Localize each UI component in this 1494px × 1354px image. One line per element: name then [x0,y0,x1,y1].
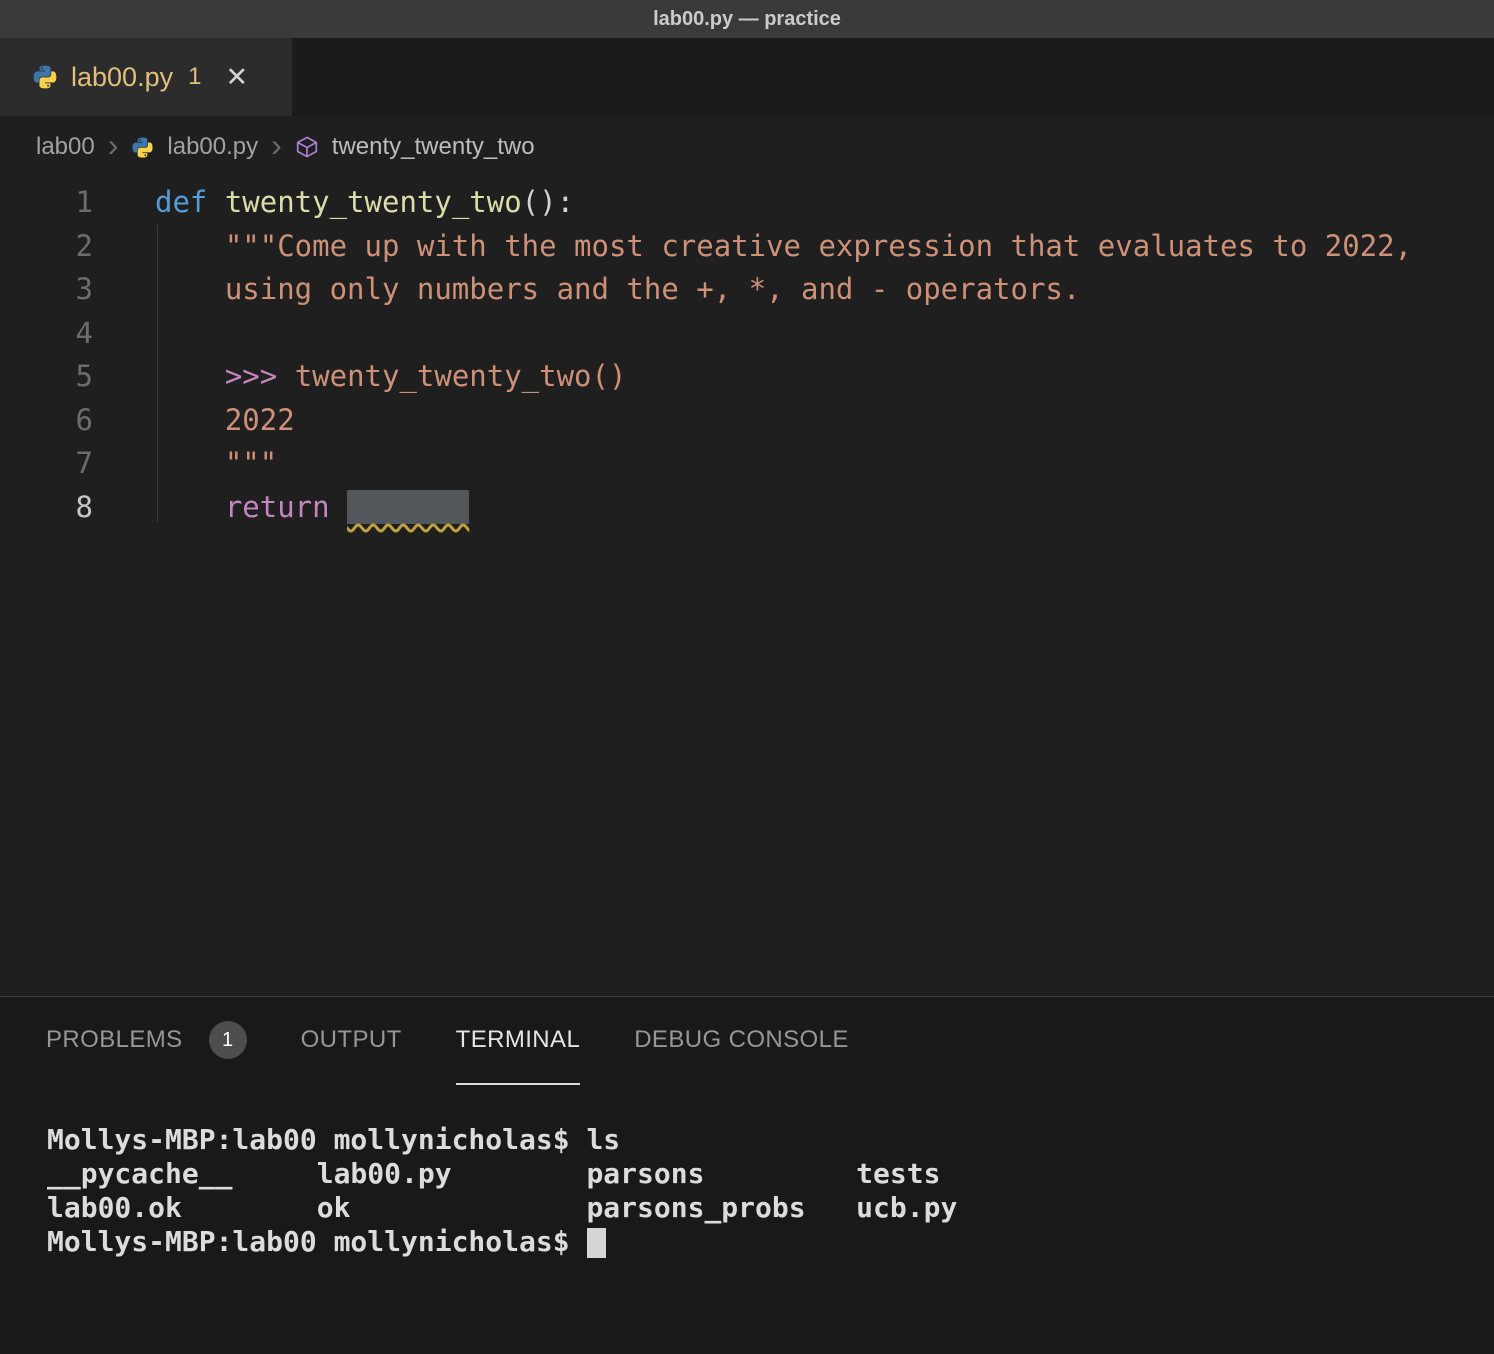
editor-tab-lab00py[interactable]: lab00.py 1 ✕ [0,38,292,116]
terminal-line: Mollys-MBP:lab00 mollynicholas$ [47,1225,1494,1259]
code-line: 3 using only numbers and the +, *, and -… [0,268,1494,312]
breadcrumb-folder[interactable]: lab00 [36,133,95,161]
code-token: twenty_twenty_two() [295,359,627,393]
tab-problem-count: 1 [188,63,201,91]
terminal-line: __pycache__ lab00.py parsons tests [47,1157,1494,1191]
code-line: 1 def twenty_twenty_two(): [0,181,1494,225]
panel-tab-bar: PROBLEMS 1 OUTPUT TERMINAL DEBUG CONSOLE [0,997,1494,1085]
line-number: 2 [0,225,93,269]
panel-tab-label: OUTPUT [301,1026,402,1054]
code-token: return [155,490,347,524]
line-number: 4 [0,312,93,356]
tab-filename: lab00.py [71,62,173,93]
code-token: (): [522,185,574,219]
python-icon [32,64,58,90]
window-titlebar: lab00.py — practice [0,0,1494,38]
code-token: def [155,185,225,219]
breadcrumb-symbol[interactable]: twenty_twenty_two [332,133,535,161]
code-text: 2022 [155,399,295,443]
code-token: 2022 [155,403,295,437]
code-line: 2 """Come up with the most creative expr… [0,225,1494,269]
line-number: 7 [0,442,93,486]
code-text: """ [155,442,277,486]
panel-tab-problems[interactable]: PROBLEMS 1 [46,997,247,1085]
terminal-line: Mollys-MBP:lab00 mollynicholas$ ls [47,1123,1494,1157]
line-number: 3 [0,268,93,312]
code-token: twenty_twenty_two [225,185,522,219]
problems-count-badge: 1 [209,1021,247,1059]
code-line: 8 return [0,486,1494,530]
indent-guide [157,225,158,522]
chevron-right-icon: › [108,129,119,161]
tab-bar: lab00.py 1 ✕ [0,38,1494,116]
breadcrumb-file[interactable]: lab00.py [167,133,258,161]
code-line: 6 2022 [0,399,1494,443]
code-editor[interactable]: 1 def twenty_twenty_two(): 2 """Come up … [0,178,1494,996]
code-line: 7 """ [0,442,1494,486]
code-text: """Come up with the most creative expres… [155,225,1412,269]
panel-tab-debug-console[interactable]: DEBUG CONSOLE [634,997,849,1085]
terminal-prompt: Mollys-MBP:lab00 mollynicholas$ [47,1225,586,1258]
python-icon [131,136,154,159]
code-text: >>> twenty_twenty_two() [155,355,626,399]
code-text: using only numbers and the +, *, and - o… [155,268,1080,312]
code-text: def twenty_twenty_two(): [155,181,574,225]
terminal-output[interactable]: Mollys-MBP:lab00 mollynicholas$ ls __pyc… [0,1085,1494,1259]
code-token: using only numbers and the +, *, and - o… [155,272,1080,306]
panel-tab-output[interactable]: OUTPUT [301,997,402,1085]
line-number: 6 [0,399,93,443]
chevron-right-icon: › [271,129,282,161]
line-number: 5 [0,355,93,399]
line-number: 1 [0,181,93,225]
code-token: """Come up with the most creative expres… [155,229,1412,263]
breadcrumb: lab00 › lab00.py › twenty_twenty_two [0,116,1494,178]
terminal-line: lab00.ok ok parsons_probs ucb.py [47,1191,1494,1225]
panel-tab-label: DEBUG CONSOLE [634,1026,849,1054]
tab-close-icon[interactable]: ✕ [225,62,248,93]
code-token: >>> [155,359,295,393]
selection-highlight [347,490,469,524]
symbol-namespace-icon [295,135,319,159]
code-text: return [155,486,469,530]
code-token: """ [155,446,277,480]
code-line: 4 [0,312,1494,356]
line-number: 8 [0,486,93,530]
panel-tab-label: PROBLEMS [46,1026,183,1054]
panel-tab-label: TERMINAL [456,1026,581,1054]
code-line: 5 >>> twenty_twenty_two() [0,355,1494,399]
window-title: lab00.py — practice [653,8,841,31]
panel-tab-terminal[interactable]: TERMINAL [456,997,581,1085]
bottom-panel: PROBLEMS 1 OUTPUT TERMINAL DEBUG CONSOLE… [0,996,1494,1354]
terminal-cursor [587,1228,606,1258]
